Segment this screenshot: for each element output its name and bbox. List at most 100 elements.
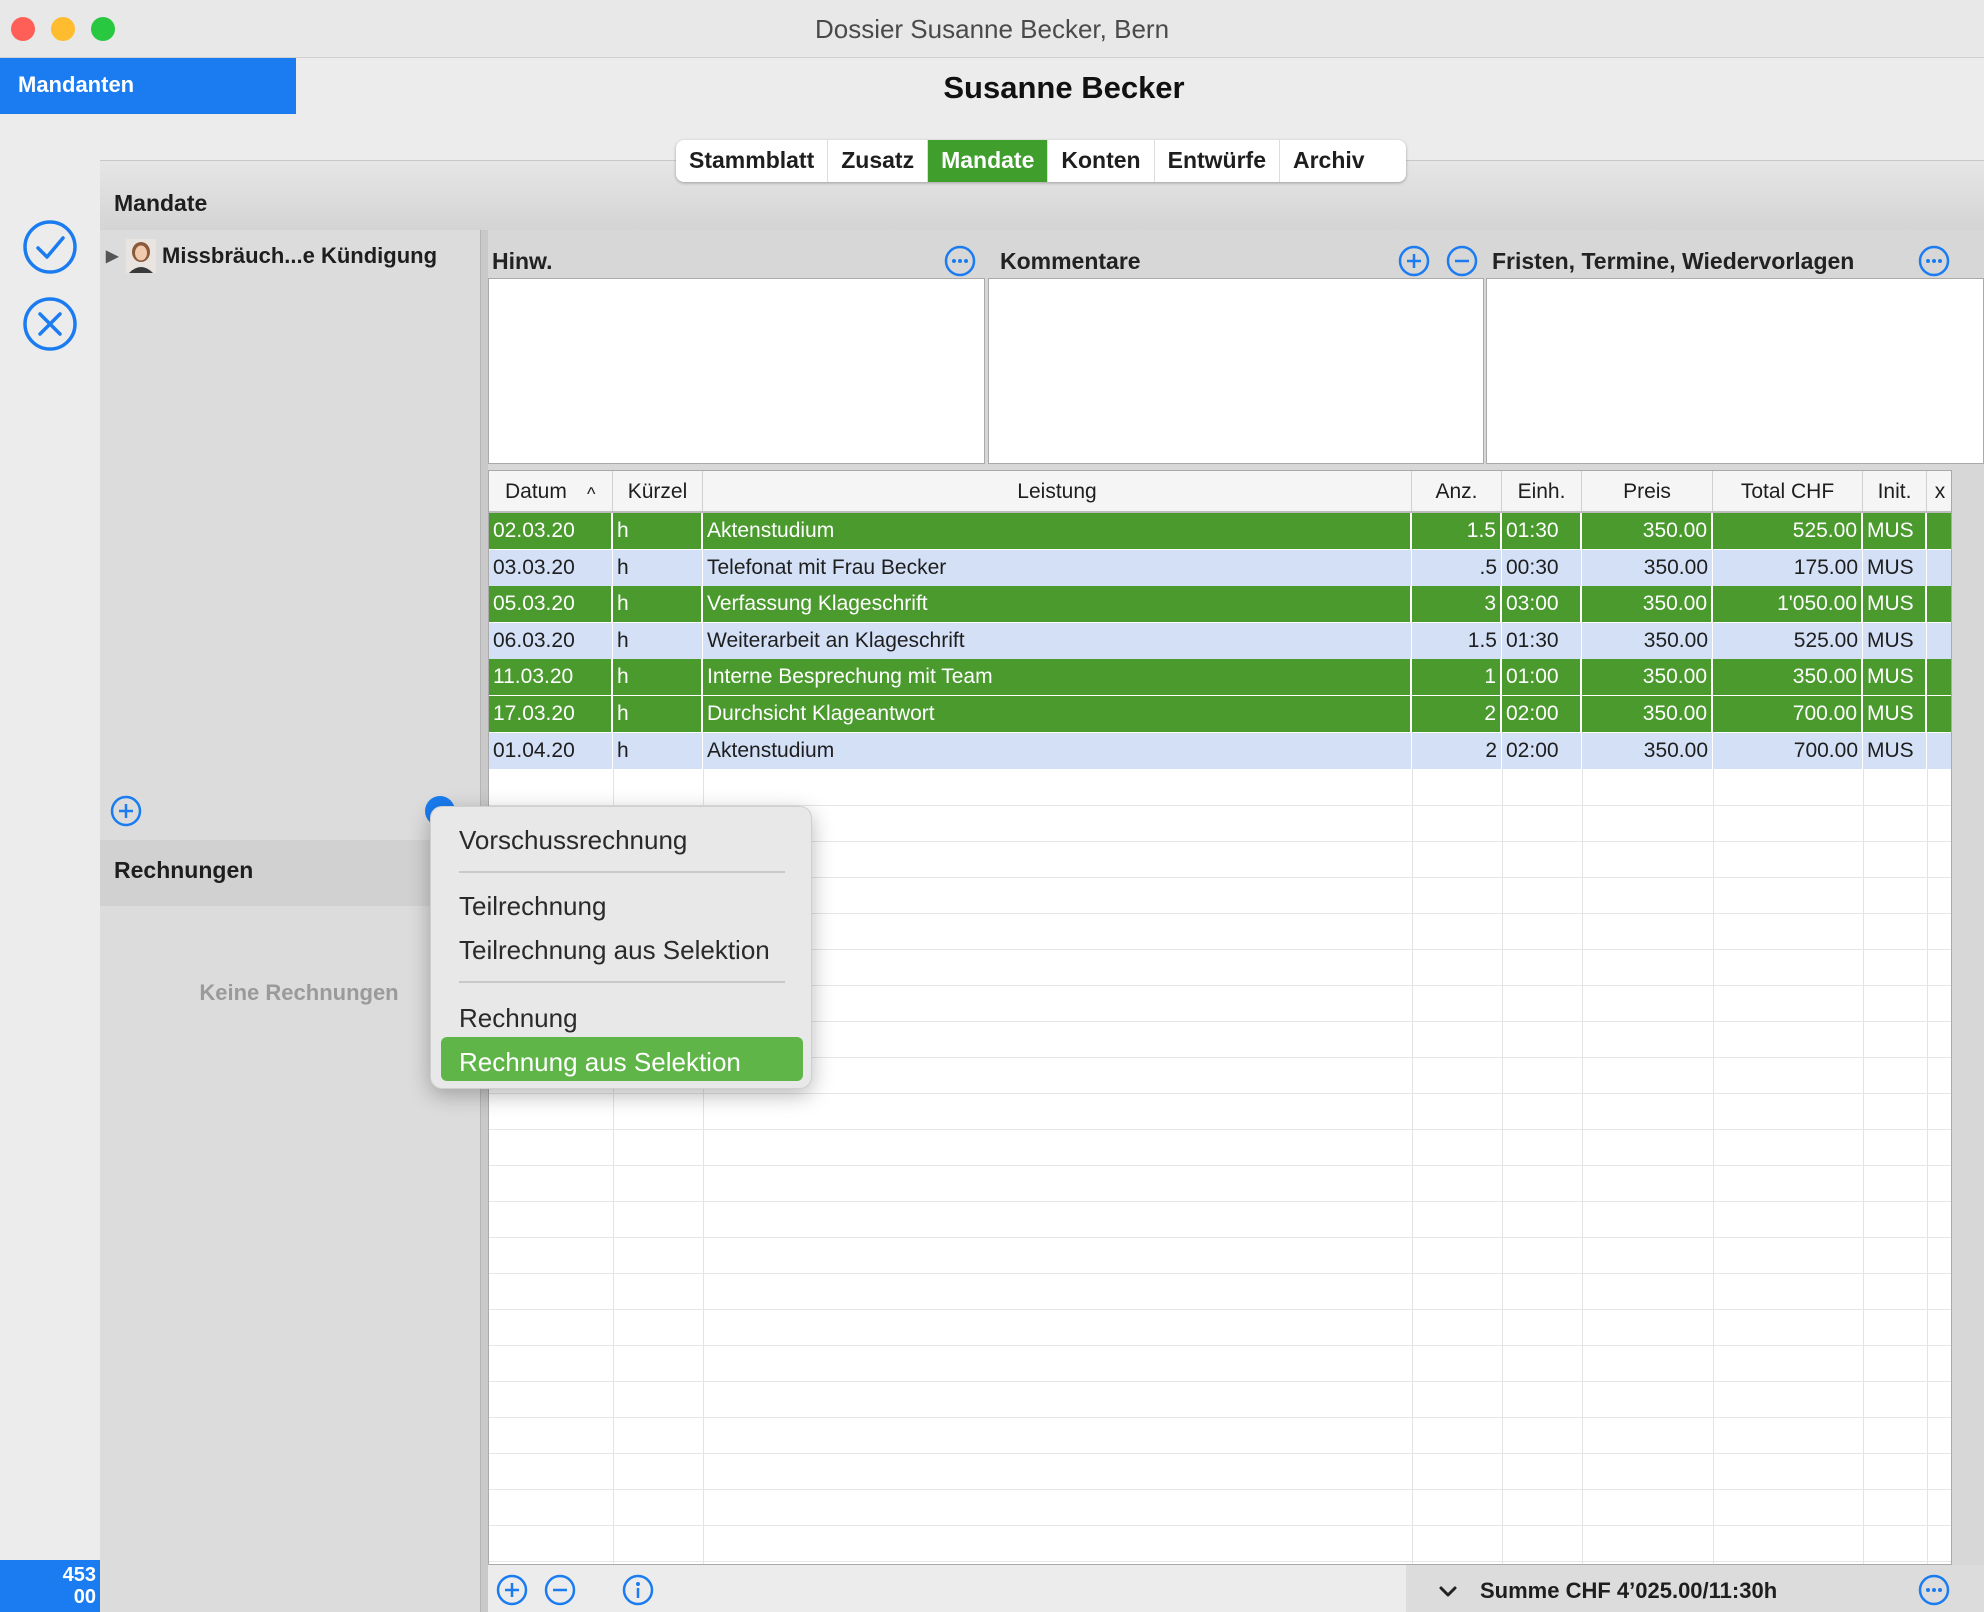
remove-comment-minus-icon[interactable]	[1446, 245, 1478, 282]
table-header: Datum ^ Kürzel Leistung Anz. Einh. Preis…	[489, 471, 1951, 513]
menu-item-teilrechnung[interactable]: Teilrechnung	[459, 891, 606, 922]
tab-zusatz[interactable]: Zusatz	[828, 140, 929, 182]
empty-table-row[interactable]	[489, 769, 1951, 807]
column-header-datum[interactable]: Datum ^	[489, 471, 613, 511]
cancel-x-icon[interactable]	[22, 296, 78, 357]
disclosure-triangle-icon[interactable]: ▶	[106, 246, 124, 266]
cell-kuerzel: h	[613, 549, 703, 586]
cell-init: MUS	[1863, 622, 1927, 659]
window-title: Dossier Susanne Becker, Bern	[814, 14, 1170, 44]
menu-item-teilrechnung-aus-selektion[interactable]: Teilrechnung aus Selektion	[459, 935, 770, 966]
column-label-datum: Datum	[505, 480, 567, 503]
column-header-preis[interactable]: Preis	[1582, 471, 1713, 511]
tab-entwuerfe[interactable]: Entwürfe	[1155, 140, 1280, 182]
cell-preis: 350.00	[1582, 659, 1713, 696]
cell-anz: 2	[1412, 732, 1502, 769]
add-comment-plus-icon[interactable]	[1398, 245, 1430, 282]
tab-bar: Stammblatt Zusatz Mandate Konten Entwürf…	[676, 140, 1406, 182]
mandanten-button[interactable]: Mandanten	[0, 58, 296, 114]
empty-table-row[interactable]	[489, 1453, 1951, 1491]
cell-init: MUS	[1863, 732, 1927, 769]
cell-datum: 03.03.20	[489, 549, 613, 586]
hinweis-textbox[interactable]	[488, 278, 985, 464]
empty-table-row[interactable]	[489, 1345, 1951, 1383]
empty-table-row[interactable]	[489, 1273, 1951, 1311]
add-mandate-plus-icon[interactable]	[110, 795, 142, 832]
empty-table-row[interactable]	[489, 1417, 1951, 1455]
empty-table-row[interactable]	[489, 1489, 1951, 1527]
column-header-init[interactable]: Init.	[1863, 471, 1927, 511]
client-avatar	[126, 239, 156, 273]
column-header-x[interactable]: x	[1927, 471, 1951, 511]
empty-table-row[interactable]	[489, 1309, 1951, 1347]
fristen-more-icon[interactable]	[1918, 245, 1950, 282]
column-header-leistung[interactable]: Leistung	[703, 471, 1412, 511]
empty-table-row[interactable]	[489, 1165, 1951, 1203]
cell-leistung: Telefonat mit Frau Becker	[703, 549, 1412, 586]
tab-stammblatt[interactable]: Stammblatt	[676, 140, 829, 182]
table-row[interactable]: 01.04.20 h Aktenstudium 2 02:00 350.00 700.00 M…	[489, 732, 1951, 769]
cell-init: MUS	[1863, 696, 1927, 732]
cell-datum: 17.03.20	[489, 696, 613, 732]
cell-anz: 1.5	[1412, 622, 1502, 659]
menu-item-rechnung-aus-selektion[interactable]: Rechnung aus Selektion	[459, 1047, 741, 1078]
confirm-check-icon[interactable]	[22, 219, 78, 280]
cell-einh: 03:00	[1502, 586, 1582, 623]
cell-preis: 350.00	[1582, 586, 1713, 623]
mandate-list-item[interactable]: ▶ Missbräuch...e Kündigung	[106, 236, 476, 276]
cell-x	[1927, 696, 1951, 732]
cell-x	[1927, 733, 1951, 769]
cell-kuerzel: h	[613, 696, 703, 732]
cell-einh: 02:00	[1502, 732, 1582, 769]
empty-table-row[interactable]	[489, 1129, 1951, 1167]
cell-total: 525.00	[1713, 622, 1863, 659]
hinweis-more-icon[interactable]	[944, 245, 976, 282]
cell-anz: 3	[1412, 586, 1502, 623]
cell-kuerzel: h	[613, 659, 703, 696]
chevron-down-icon[interactable]	[1436, 1580, 1460, 1609]
table-row[interactable]: 03.03.20 h Telefonat mit Frau Becker .5 00:3…	[489, 549, 1951, 586]
rechnungen-title: Rechnungen	[114, 857, 254, 883]
hinweis-label: Hinw.	[492, 248, 553, 274]
empty-table-row[interactable]	[489, 1525, 1951, 1563]
add-row-plus-icon[interactable]	[496, 1574, 528, 1611]
cell-einh: 01:00	[1502, 659, 1582, 696]
cell-init: MUS	[1863, 659, 1927, 696]
column-header-anz[interactable]: Anz.	[1412, 471, 1502, 511]
cell-datum: 06.03.20	[489, 622, 613, 659]
cell-total: 1'050.00	[1713, 586, 1863, 623]
cell-leistung: Durchsicht Klageantwort	[703, 696, 1412, 732]
cell-preis: 350.00	[1582, 696, 1713, 732]
menu-item-vorschussrechnung[interactable]: Vorschussrechnung	[459, 825, 687, 856]
table-row[interactable]: 11.03.20 h Interne Besprechung mit Team 1 01…	[489, 659, 1951, 696]
cell-kuerzel: h	[613, 513, 703, 549]
kommentare-textbox[interactable]	[988, 278, 1484, 464]
cell-datum: 11.03.20	[489, 659, 613, 696]
cell-preis: 350.00	[1582, 622, 1713, 659]
cell-total: 175.00	[1713, 549, 1863, 586]
column-header-einh[interactable]: Einh.	[1502, 471, 1582, 511]
tab-mandate[interactable]: Mandate	[928, 140, 1049, 182]
empty-table-row[interactable]	[489, 1201, 1951, 1239]
column-header-total[interactable]: Total CHF	[1713, 471, 1863, 511]
tab-konten[interactable]: Konten	[1048, 140, 1155, 182]
empty-table-row[interactable]	[489, 1237, 1951, 1275]
empty-table-row[interactable]	[489, 1381, 1951, 1419]
remove-row-minus-icon[interactable]	[544, 1574, 576, 1611]
fristen-textbox[interactable]	[1486, 278, 1984, 464]
cell-kuerzel: h	[613, 622, 703, 659]
table-row[interactable]: 02.03.20 h Aktenstudium 1.5 01:30 350.00 525.0…	[489, 513, 1951, 549]
menu-separator	[459, 871, 785, 873]
cell-anz: 1.5	[1412, 513, 1502, 549]
cell-init: MUS	[1863, 586, 1927, 623]
footer-more-icon[interactable]	[1918, 1574, 1950, 1611]
cell-total: 525.00	[1713, 513, 1863, 549]
tab-archiv[interactable]: Archiv	[1280, 140, 1378, 182]
info-icon[interactable]	[622, 1574, 654, 1611]
empty-table-row[interactable]	[489, 1093, 1951, 1131]
menu-item-rechnung[interactable]: Rechnung	[459, 1003, 578, 1034]
table-row[interactable]: 17.03.20 h Durchsicht Klageantwort 2 02:00 35…	[489, 696, 1951, 732]
column-header-kuerzel[interactable]: Kürzel	[613, 471, 703, 511]
table-row[interactable]: 06.03.20 h Weiterarbeit an Klageschrift 1.5…	[489, 622, 1951, 659]
table-row[interactable]: 05.03.20 h Verfassung Klageschrift 3 03:00 35…	[489, 586, 1951, 623]
